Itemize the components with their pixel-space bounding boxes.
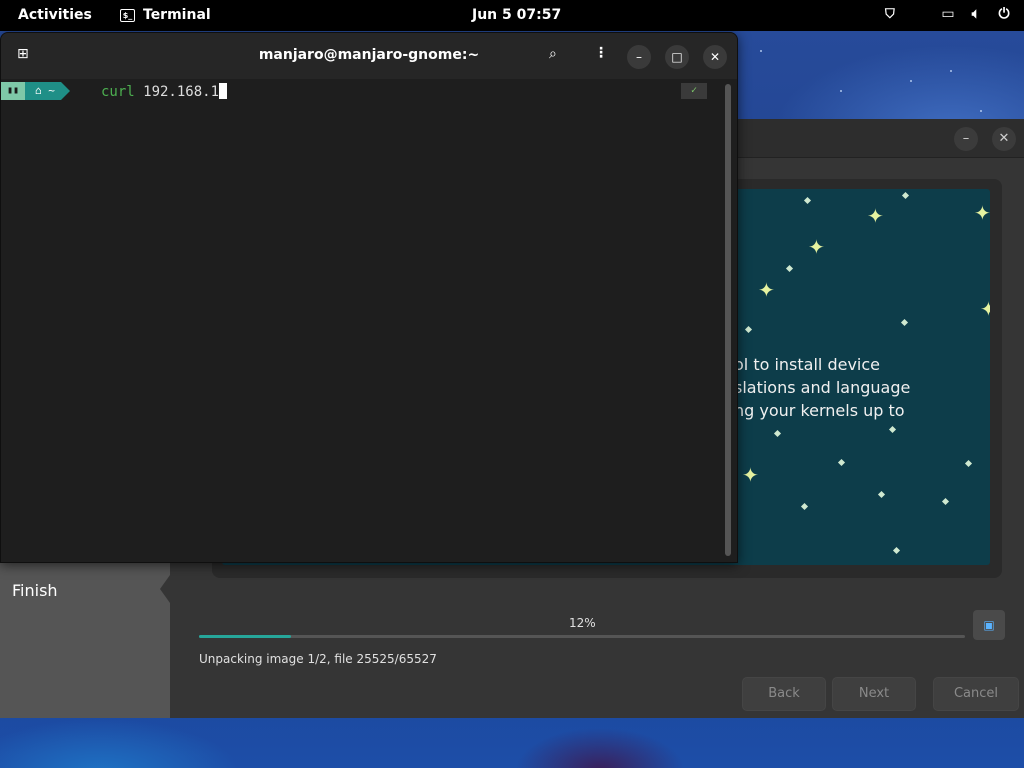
command-args: 192.168.1	[134, 84, 220, 100]
star-icon: ✦	[867, 204, 884, 228]
command-keyword: curl	[101, 84, 135, 100]
terminal-output[interactable]: ▮▮ ⌂ ~ curl 192.168.1 ✓	[1, 79, 737, 562]
sidebar-item-finish: Finish	[12, 581, 58, 600]
prompt-home: ⌂ ~	[25, 82, 70, 100]
next-button[interactable]: Next	[832, 677, 916, 711]
star-icon: ✦	[758, 278, 775, 302]
progress-bar	[199, 635, 965, 638]
progress-fill	[199, 635, 291, 638]
back-button[interactable]: Back	[742, 677, 826, 711]
clock[interactable]: Jun 5 07:57	[472, 7, 561, 23]
power-icon: ⏻	[998, 6, 1010, 22]
text-cursor	[219, 83, 228, 99]
minimize-button[interactable]: –	[627, 45, 651, 69]
cancel-button[interactable]: Cancel	[933, 677, 1019, 711]
exit-status-badge: ✓	[681, 83, 707, 99]
installer-sidebar: Finish	[0, 561, 170, 718]
installer-minimize-button[interactable]: –	[954, 127, 978, 151]
activities-button[interactable]: Activities	[18, 7, 92, 23]
terminal-icon: $_	[120, 8, 135, 22]
star-icon: ✦	[974, 201, 990, 225]
star-icon: ✦	[980, 297, 990, 321]
system-tray[interactable]: ▭ 🔈︎ ⏻	[940, 6, 1012, 22]
shield-icon[interactable]: ⛉	[885, 7, 895, 22]
app-menu[interactable]: $_ Terminal	[120, 7, 211, 23]
shell-prompt: ▮▮ ⌂ ~	[1, 82, 70, 100]
close-button[interactable]: ✕	[703, 45, 727, 69]
top-bar: Activities $_ Terminal Jun 5 07:57 ⛉ ▭ 🔈…	[0, 0, 1024, 31]
install-status: Unpacking image 1/2, file 25525/65527	[199, 652, 437, 666]
manjaro-logo-icon: ▮▮	[1, 82, 25, 100]
terminal-header: ⊞ manjaro@manjaro-gnome:~ ⌕ ⋮ – □ ✕	[1, 33, 737, 79]
maximize-button[interactable]: □	[665, 45, 689, 69]
star-icon: ✦	[742, 463, 759, 487]
terminal-scrollbar[interactable]	[725, 84, 731, 556]
star-icon: ✦	[808, 235, 825, 259]
app-name: Terminal	[143, 7, 211, 23]
menu-icon[interactable]: ⋮	[594, 45, 608, 61]
volume-icon: 🔈︎	[971, 6, 981, 22]
current-step-indicator	[160, 575, 170, 603]
slide-text: ol to install device slations and langua…	[734, 355, 911, 420]
prompt-path: ~	[48, 84, 55, 97]
installer-header: – ✕	[736, 119, 1024, 158]
search-icon[interactable]: ⌕	[549, 46, 557, 62]
installer-close-button[interactable]: ✕	[992, 127, 1016, 151]
network-icon: ▭	[941, 6, 955, 22]
toggle-log-button[interactable]: ▣	[973, 610, 1005, 640]
progress-percent: 12%	[569, 616, 596, 630]
terminal-window: ⊞ manjaro@manjaro-gnome:~ ⌕ ⋮ – □ ✕ ▮▮ ⌂…	[0, 32, 738, 563]
command-line[interactable]: curl 192.168.1	[101, 83, 228, 100]
